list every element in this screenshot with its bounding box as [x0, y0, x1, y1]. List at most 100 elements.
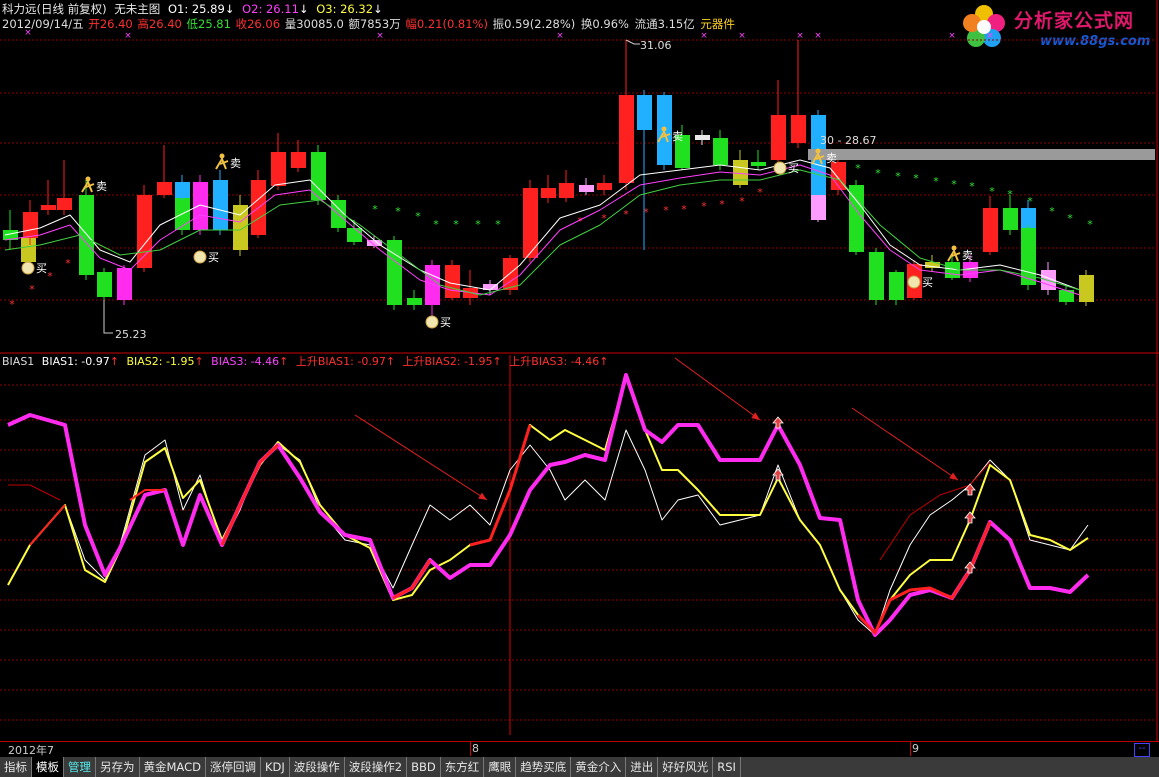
top-tick: × — [124, 31, 132, 41]
runner-head-icon — [815, 148, 821, 154]
candle-body — [713, 138, 728, 165]
money-bag-icon — [907, 275, 921, 289]
sar-dot: * — [415, 210, 421, 223]
sar-dot: * — [969, 180, 975, 193]
indicator-header: BIAS1 BIAS1: -0.97↑ BIAS2: -1.95↑ BIAS3:… — [2, 355, 612, 369]
signal-label: 卖 — [230, 157, 241, 170]
rise-bias3-arrow: ↑ — [599, 355, 609, 368]
tab-0[interactable]: 指标 — [0, 757, 32, 777]
tab-2[interactable]: 管理 — [64, 757, 96, 777]
chart-area[interactable]: ***** * ** * * * * * * * * * * * *** * * * * * * * **** *× × × × × ×… — [0, 0, 1159, 741]
tab-6[interactable]: KDJ — [261, 757, 290, 777]
candle-body — [811, 195, 826, 220]
candle-body — [137, 195, 152, 268]
runner-head-icon — [85, 176, 91, 182]
candle-body — [637, 95, 652, 130]
tab-13[interactable]: 黄金介入 — [571, 757, 627, 777]
rise-bias-segment — [29, 504, 66, 546]
tab-12[interactable]: 趋势买底 — [516, 757, 572, 777]
sar-dot: * — [895, 170, 901, 183]
tab-3[interactable]: 另存为 — [96, 757, 140, 777]
candle-body — [579, 185, 594, 192]
range-label: 30 - 28.67 — [820, 134, 877, 147]
rise-bias1-arrow: ↑ — [385, 355, 396, 368]
rise-bias3-value: 上升BIAS3: -4.46 — [509, 355, 600, 368]
up-arrow-icon — [772, 416, 784, 429]
sar-dot: * — [453, 218, 459, 231]
tab-5[interactable]: 涨停回调 — [206, 757, 261, 777]
sar-dot: * — [701, 200, 707, 213]
sar-dot: * — [951, 178, 957, 191]
candle-body — [23, 212, 38, 238]
runner-icon — [215, 156, 229, 170]
tab-15[interactable]: 好好风光 — [658, 757, 714, 777]
candle-body — [849, 185, 864, 252]
runner-head-icon — [219, 153, 225, 159]
money-bag-icon — [425, 315, 439, 329]
tab-8[interactable]: 波段操作2 — [345, 757, 408, 777]
annotation-arrow — [674, 357, 761, 421]
candle-body — [97, 272, 112, 297]
sar-dot: * — [663, 204, 669, 217]
bias-lines — [7, 373, 1090, 637]
candle-body — [869, 252, 884, 300]
candle-body — [695, 135, 710, 140]
sar-dot: * — [47, 270, 53, 283]
signal-label: 卖 — [96, 180, 107, 193]
candle-body — [559, 183, 574, 198]
money-bag-icon — [773, 161, 787, 175]
tab-16[interactable]: RSI — [713, 757, 741, 777]
rise-bias2-value: 上升BIAS2: -1.95 — [402, 355, 493, 368]
sell-signal: 卖 — [215, 153, 241, 170]
sar-dot: * — [577, 215, 583, 228]
signal-label: 买 — [440, 316, 451, 329]
high-mark-line — [625, 39, 640, 45]
tab-1[interactable]: 模板 — [32, 757, 64, 777]
zoom-button[interactable]: -- — [1134, 743, 1150, 757]
candle-body — [791, 115, 806, 143]
sar-dot: * — [1067, 212, 1073, 225]
tab-4[interactable]: 黄金MACD — [140, 757, 206, 777]
signal-label: 卖 — [672, 130, 683, 143]
low-mark-line — [103, 300, 113, 334]
up-arrow-icon — [964, 511, 976, 524]
candle-body — [523, 188, 538, 258]
candle-body — [41, 205, 56, 210]
runner-head-icon — [661, 126, 667, 132]
tab-11[interactable]: 鹰眼 — [484, 757, 517, 777]
signal-label: 买 — [208, 251, 219, 264]
tab-10[interactable]: 东方红 — [441, 757, 485, 777]
sar-dot: * — [495, 218, 501, 231]
top-tick: × — [24, 28, 32, 38]
buy-signal: 买 — [425, 315, 451, 329]
bias3-line — [7, 373, 1090, 637]
candle-body — [771, 115, 786, 160]
buy-signal: 买 — [21, 261, 47, 275]
low-price-label: 25.23 — [115, 328, 147, 341]
sar-dot: * — [875, 167, 881, 180]
candle-body — [291, 152, 306, 168]
candle-body — [233, 205, 248, 250]
rise-bias-segment — [856, 521, 992, 635]
sar-dot: * — [681, 203, 687, 216]
runner-icon — [81, 179, 95, 193]
candle-body — [271, 152, 286, 186]
top-tick: × — [376, 31, 384, 41]
annotation-arrow — [851, 407, 959, 481]
tab-7[interactable]: 波段操作 — [290, 757, 345, 777]
candle-body — [889, 272, 904, 300]
tab-9[interactable]: BBD — [407, 757, 441, 777]
top-tick: × — [814, 31, 822, 41]
rise-bias2-arrow: ↑ — [492, 355, 502, 368]
top-tick: × — [948, 31, 956, 41]
candle-body — [425, 265, 440, 305]
buy-signal: 买 — [193, 250, 219, 264]
candle-body — [157, 182, 172, 195]
bias1-arrow: ↑ — [109, 355, 119, 368]
date-tick-sep — [910, 742, 911, 756]
top-tick: × — [700, 31, 708, 41]
candle-body — [387, 240, 402, 305]
tab-14[interactable]: 进出 — [626, 757, 659, 777]
signal-label: 卖 — [962, 249, 973, 262]
candle-body — [175, 182, 190, 198]
